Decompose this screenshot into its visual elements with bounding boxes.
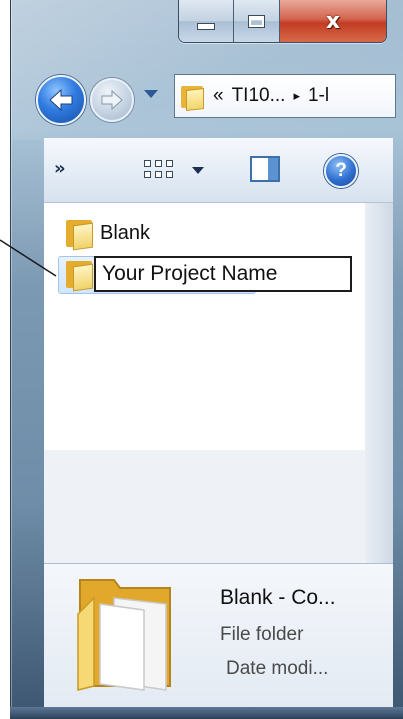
details-date-modified: Date modi... <box>226 658 329 679</box>
address-overflow[interactable]: « <box>213 85 224 107</box>
scrollbar[interactable] <box>365 203 393 563</box>
details-item-name: Blank - Co... <box>220 586 336 609</box>
forward-arrow-icon <box>101 89 123 111</box>
item-label: Blank <box>100 221 151 244</box>
minimize-icon <box>197 22 215 30</box>
chevron-right-icon[interactable]: ▸ <box>293 88 300 104</box>
details-pane: Blank - Co... File folder Date modi... <box>44 563 393 708</box>
caption-buttons: x <box>178 0 387 43</box>
close-icon: x <box>325 8 341 34</box>
list-item[interactable]: Blank <box>66 218 151 251</box>
empty-area <box>44 450 365 563</box>
back-arrow-icon <box>49 88 73 112</box>
views-icon[interactable] <box>144 160 173 178</box>
folder-icon <box>66 259 94 292</box>
file-list: Blank Your Project Name <box>44 203 365 450</box>
close-button[interactable]: x <box>280 0 386 42</box>
preview-pane-icon[interactable] <box>250 156 280 182</box>
help-icon[interactable]: ? <box>324 154 358 188</box>
address-bar[interactable]: « TI10... ▸ 1-l <box>174 74 396 118</box>
folder-icon <box>181 83 205 111</box>
callout-line <box>0 239 57 277</box>
more-commands-button[interactable]: » <box>54 158 66 179</box>
maximize-button[interactable] <box>234 0 280 42</box>
back-button[interactable] <box>36 75 86 125</box>
maximize-icon <box>248 14 265 28</box>
forward-button[interactable] <box>90 78 134 122</box>
list-item-renaming[interactable]: Your Project Name <box>58 256 352 294</box>
address-segment[interactable]: TI10... <box>232 85 286 107</box>
large-folder-icon <box>77 579 171 691</box>
address-segment[interactable]: 1-l <box>308 85 329 107</box>
command-bar: » ? <box>44 138 393 203</box>
views-dropdown-arrow[interactable] <box>192 167 204 174</box>
recent-pages-dropdown[interactable] <box>144 90 158 98</box>
folder-icon <box>66 218 94 251</box>
minimize-button[interactable] <box>179 0 234 42</box>
window-bottom-border <box>10 707 403 718</box>
navigation-bar: « TI10... ▸ 1-l <box>36 72 396 125</box>
rename-input[interactable]: Your Project Name <box>94 256 352 292</box>
details-item-type: File folder <box>220 624 304 645</box>
